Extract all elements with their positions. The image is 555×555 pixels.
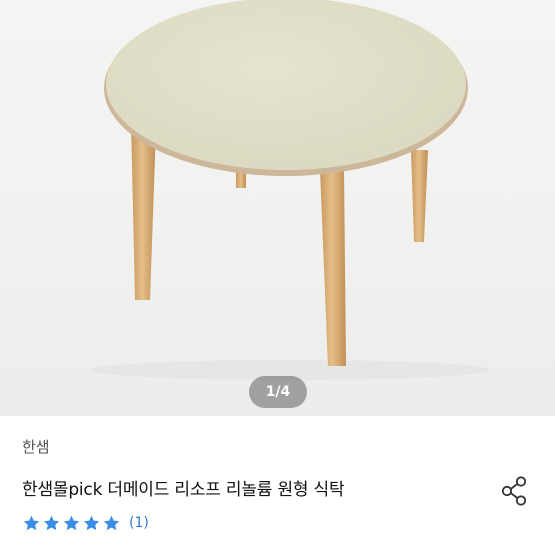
product-title: 한샘몰pick 더메이드 리소프 리놀륨 원형 식탁 [22,480,345,500]
product-image [90,0,490,380]
star-icon [83,515,100,530]
star-icon [23,515,40,530]
star-icon [103,515,120,530]
star-icon [43,515,60,530]
rating-count[interactable]: (1) [129,515,149,531]
brand-name[interactable]: 한샘 [22,436,50,457]
rating-stars [22,514,122,533]
share-button[interactable] [498,474,532,508]
image-pager-indicator: 1/4 [249,376,307,408]
share-icon [501,476,527,506]
rating[interactable]: (1) [22,512,149,534]
star-icon [63,515,80,530]
product-image-carousel[interactable]: 1/4 [0,0,555,416]
